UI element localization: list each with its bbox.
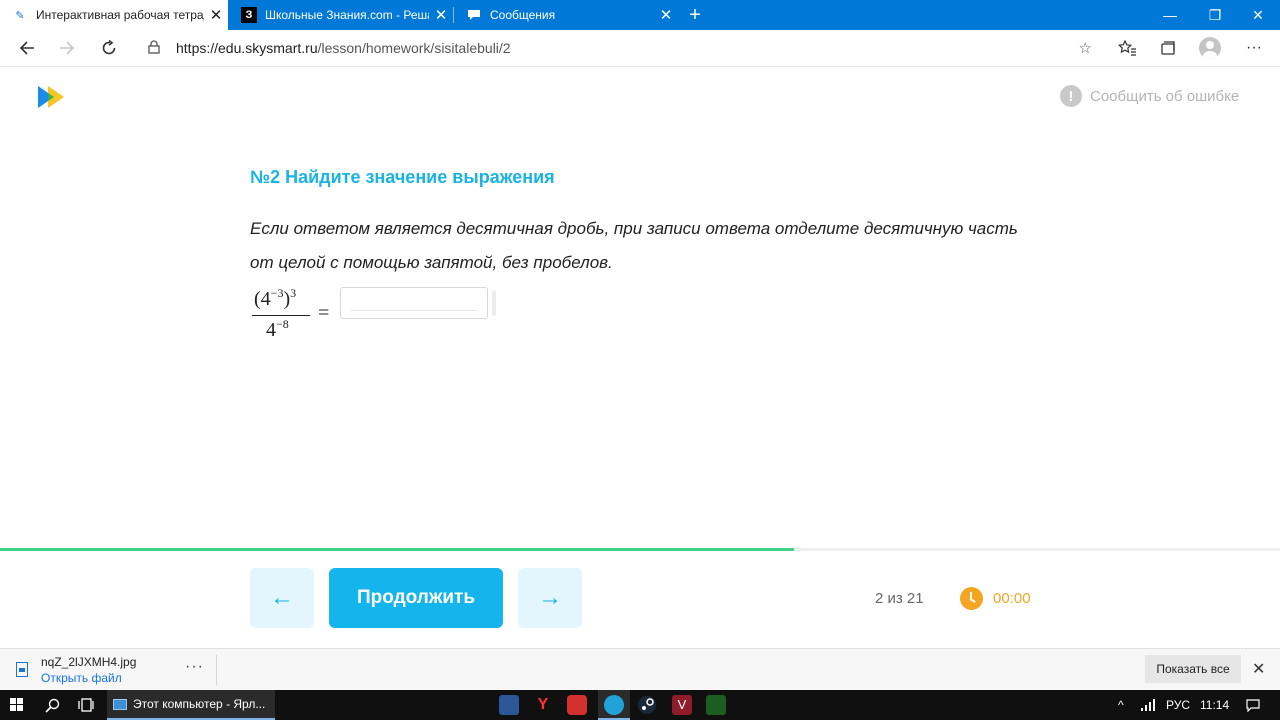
taskbar-yandex-icon[interactable]: Y [533,695,553,715]
taskbar-app-v-icon[interactable]: V [672,695,692,715]
lock-icon [148,39,168,57]
tab-znanija[interactable]: З Школьные Знания.com - Решаем ✕ [229,0,453,30]
refresh-icon [102,40,116,55]
download-filename[interactable]: nqZ_2lJXMH4.jpg [41,655,136,669]
favorites-button[interactable] [1112,34,1142,62]
taskbar-opera-icon[interactable] [567,695,587,715]
progress-bar [0,548,1280,551]
more-dots-icon: ··· [1246,39,1262,56]
taskbar-steam-icon[interactable] [637,695,657,715]
tab-title: Школьные Знания.com - Решаем [265,8,429,22]
forward-button[interactable] [52,34,82,62]
next-task-button[interactable]: → [518,568,582,628]
tab-messages[interactable]: Сообщения ✕ [454,0,678,30]
report-error-label: Сообщить об ошибке [1090,87,1240,105]
browser-titlebar: ✎ Интерактивная рабочая тетрадь ✕ З Школ… [0,0,1280,30]
windows-taskbar: Этот компьютер - Ярл... Y V ^ РУС 11:14 [0,690,1280,720]
clock[interactable]: 11:14 [1200,690,1229,720]
tab-close-icon[interactable]: ✕ [204,6,228,24]
back-button[interactable] [12,34,42,62]
restore-button[interactable]: ❐ [1193,0,1237,30]
tab-skysmart[interactable]: ✎ Интерактивная рабочая тетрадь ✕ [0,0,228,30]
taskbar-app-green-icon[interactable] [706,695,726,715]
favorite-star-icon[interactable]: ☆ [1079,39,1092,57]
outer-exponent: 3 [290,286,297,300]
tab-close-icon[interactable]: ✕ [429,6,453,24]
report-error-link[interactable]: ! Сообщить об ошибке [1060,85,1239,107]
taskbar-edge-active[interactable] [598,690,630,720]
tab-title: Интерактивная рабочая тетрадь [36,8,204,22]
den-exponent: −8 [276,317,289,331]
arrow-left-icon: ← [270,584,294,611]
search-icon[interactable] [38,690,66,720]
skysmart-favicon-icon: ✎ [15,9,25,22]
url-path: /lesson/homework/sisitalebuli/2 [317,40,511,56]
den-base: 4 [266,319,276,341]
task-title: №2 Найдите значение выражения [250,167,555,187]
task-description: Если ответом является десятичная дробь, … [250,219,1018,272]
answer-input-handle [492,290,496,316]
znanija-favicon-icon: З [241,7,257,23]
continue-button[interactable]: Продолжить [329,568,503,628]
profile-avatar[interactable] [1199,37,1221,59]
image-file-icon [16,662,28,677]
task-counter: 2 из 21 [875,590,924,607]
fraction-bar [252,315,310,316]
url-host: https://edu.skysmart.ru [176,40,318,56]
notification-icon[interactable] [1246,690,1260,720]
network-icon[interactable] [1140,690,1156,720]
equals-sign: = [318,302,330,324]
edge-icon [604,695,624,715]
tray-chevron-icon[interactable]: ^ [1118,690,1124,720]
computer-icon [113,698,127,710]
taskbar-explorer[interactable]: Этот компьютер - Ярл... [107,690,276,720]
browser-toolbar: https://edu.skysmart.ru/lesson/homework/… [0,30,1280,67]
language-indicator[interactable]: РУС [1166,690,1190,720]
favorites-icon [1118,40,1136,56]
close-download-bar-button[interactable]: ✕ [1252,659,1265,679]
address-bar[interactable]: https://edu.skysmart.ru/lesson/homework/… [136,34,1100,62]
base: 4 [260,288,271,310]
arrow-left-icon [19,41,34,55]
close-window-button[interactable]: ✕ [1236,0,1280,30]
url-text: https://edu.skysmart.ru/lesson/homework/… [176,40,511,56]
tab-close-icon[interactable]: ✕ [654,6,678,24]
clock-icon [960,587,983,610]
download-bar: nqZ_2lJXMH4.jpg Открыть файл ··· Показат… [0,648,1280,690]
math-expression: (4−3)3 4−8 = [252,284,342,342]
new-tab-button[interactable]: + [684,0,706,30]
collections-button[interactable] [1153,34,1183,62]
tab-title: Сообщения [490,8,556,22]
skysmart-logo[interactable] [38,86,72,108]
open-file-link[interactable]: Открыть файл [41,671,122,685]
taskbar-app-photos-icon[interactable] [499,695,519,715]
expression-denominator: 4−8 [266,317,289,342]
show-all-button[interactable]: Показать все [1145,655,1241,683]
settings-menu-button[interactable]: ··· [1239,34,1269,62]
expression-numerator: (4−3)3 [254,286,297,310]
chat-favicon-icon [466,7,482,23]
answer-input[interactable] [340,287,488,319]
arrow-right-icon [60,41,75,55]
minimize-button[interactable]: — [1148,0,1192,30]
download-more-button[interactable]: ··· [185,658,204,676]
collections-icon [1161,41,1175,55]
refresh-button[interactable] [94,34,124,62]
task-view-icon[interactable] [72,690,100,720]
arrow-right-icon: → [538,584,562,611]
download-divider [216,655,217,685]
windows-start-icon[interactable] [10,698,24,712]
timer: 00:00 [993,590,1031,607]
inner-exponent: −3 [270,286,284,300]
progress-fill [0,548,794,551]
alert-icon: ! [1060,85,1082,107]
explorer-label: Этот компьютер - Ярл... [133,697,266,711]
prev-task-button[interactable]: ← [250,568,314,628]
